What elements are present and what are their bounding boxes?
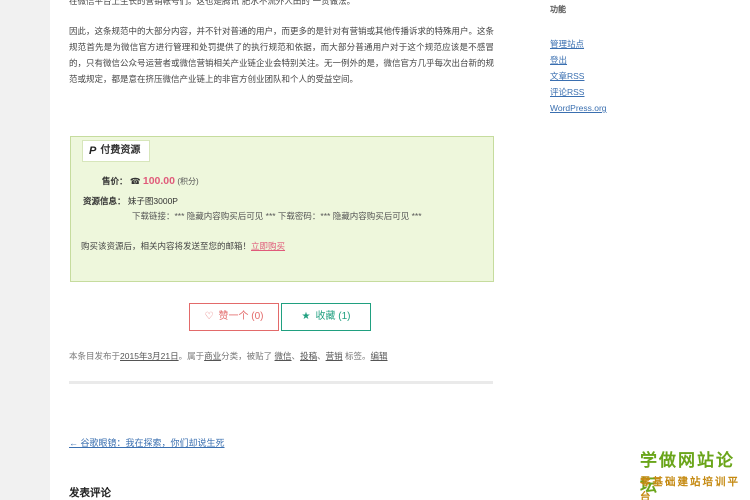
previous-post-link[interactable]: ← 谷歌眼镜：我在探索，你们却说生死: [69, 436, 225, 449]
paid-resource-title-text: 付费资源: [100, 145, 141, 156]
paypal-icon: P: [89, 145, 97, 157]
like-label: 赞一个 (0): [218, 311, 264, 322]
price-unit: (积分): [177, 177, 199, 186]
page: 在微信平台上生长的营销帐号们。这也是腾讯“肥水不流外人田的”一贯做法。 因此，这…: [50, 0, 750, 500]
price-label: 售价：: [102, 176, 128, 186]
heart-icon: ♡: [204, 311, 214, 322]
resource-value: 妹子图3000P: [127, 196, 178, 206]
resource-row: 资源信息： 妹子图3000P: [83, 195, 178, 207]
price-row: 售价： ☎ 100.00 (积分): [102, 175, 199, 187]
price-value: 100.00: [142, 175, 175, 187]
buy-note: 购买该资源后，相关内容将发送至您的邮箱！立即购买: [81, 240, 285, 252]
watermark-subtitle: 零基础建站培训平台: [640, 476, 740, 500]
meta-prefix: 本条目发布于: [69, 351, 121, 361]
category-link[interactable]: 商业: [204, 351, 221, 361]
sidebar-link-wordpress[interactable]: WordPress.org: [550, 100, 607, 116]
paid-resource-box: P 付费资源 售价： ☎ 100.00 (积分) 资源信息： 妹子图3000P …: [70, 136, 494, 282]
post-meta: 本条目发布于2015年3月21日。属于商业分类，被贴了 微信、投稿、营销 标签。…: [69, 350, 388, 362]
tag-link-weixin[interactable]: 微信: [275, 351, 292, 361]
edit-link[interactable]: 编辑: [371, 351, 388, 361]
sidebar-link-posts-rss[interactable]: 文章RSS: [550, 68, 607, 84]
divider: [69, 381, 493, 384]
favorite-button[interactable]: ★ 收藏 (1): [281, 303, 371, 331]
coin-icon: ☎: [129, 176, 141, 186]
tag-separator: 、: [317, 351, 326, 361]
meta-category-text: 。属于: [178, 351, 205, 361]
tag-separator: 、: [291, 351, 301, 361]
favorite-label: 收藏 (1): [315, 311, 351, 322]
buy-now-link[interactable]: 立即购买: [251, 241, 285, 251]
sidebar-link-logout[interactable]: 登出: [550, 52, 607, 68]
sidebar-links: 管理站点 登出 文章RSS 评论RSS WordPress.org: [550, 36, 607, 116]
article-paragraph-top: 在微信平台上生长的营销帐号们。这也是腾讯“肥水不流外人田的”一贯做法。: [69, 0, 356, 6]
article-paragraph: 因此，这条规范中的大部分内容，并不针对普通的用户，而更多的是针对有营销或其他传播…: [69, 26, 495, 84]
buy-note-text: 购买该资源后，相关内容将发送至您的邮箱！: [81, 241, 252, 251]
download-info: 下载链接：*** 隐藏内容购买后可见 *** 下载密码：*** 隐藏内容购买后可…: [132, 211, 422, 221]
paid-resource-title: P 付费资源: [82, 140, 151, 162]
meta-tags-text: 分类，被贴了: [221, 351, 273, 361]
like-button[interactable]: ♡ 赞一个 (0): [189, 303, 279, 331]
article: 在微信平台上生长的营销帐号们。这也是腾讯“肥水不流外人田的”一贯做法。 因此，这…: [69, 0, 494, 87]
meta-suffix: 标签。: [344, 351, 371, 361]
tag-link-tougao[interactable]: 投稿: [300, 351, 317, 361]
tag-link-yingxiao[interactable]: 营销: [326, 351, 343, 361]
post-date-link[interactable]: 2015年3月21日: [120, 351, 179, 361]
resource-label: 资源信息：: [83, 196, 126, 206]
sidebar-title: 功能: [550, 5, 566, 14]
sidebar-link-comments-rss[interactable]: 评论RSS: [550, 84, 607, 100]
star-icon: ★: [301, 311, 311, 322]
sidebar-link-admin[interactable]: 管理站点: [550, 36, 607, 52]
comment-heading: 发表评论: [69, 487, 111, 499]
